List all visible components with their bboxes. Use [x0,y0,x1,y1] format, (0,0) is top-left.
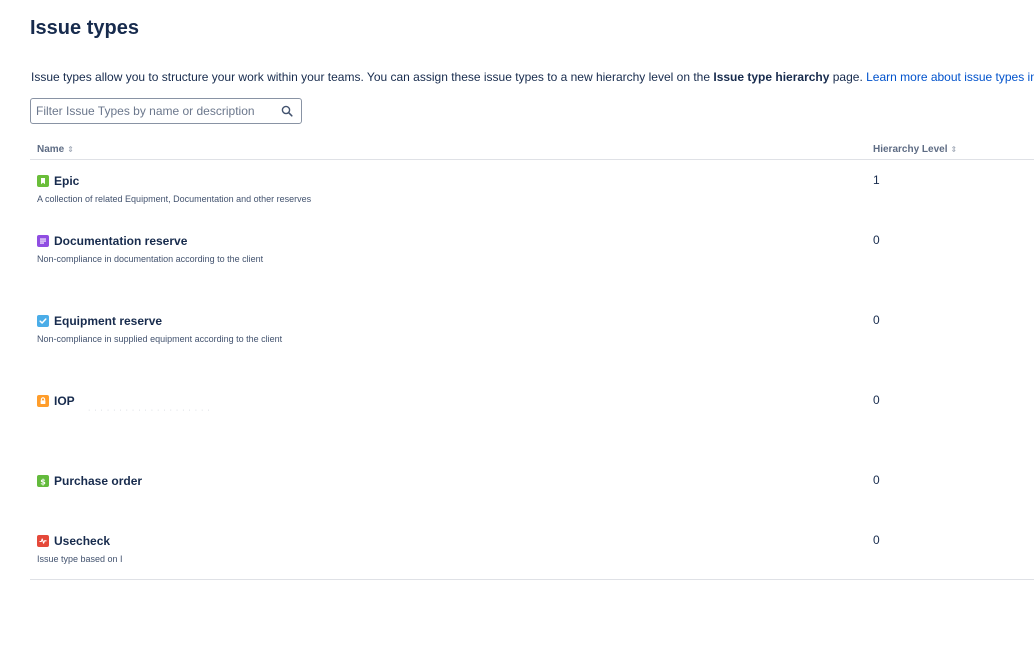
hierarchy-level-value: 0 [873,473,880,487]
intro-text-after: page. [829,70,867,84]
table-row: Documentation reserve Non-compliance in … [30,233,1034,315]
column-header-name[interactable]: Name ⇕ [37,144,74,156]
issue-type-description: Non-compliance in documentation accordin… [37,254,264,264]
issue-type-name[interactable]: Documentation reserve [54,233,187,249]
hierarchy-level-value: 0 [873,313,880,327]
column-header-hierarchy[interactable]: Hierarchy Level ⇕ [873,144,957,156]
issue-type-description: Non-compliance in supplied equipment acc… [37,334,283,344]
issue-type-name[interactable]: Usecheck [54,533,110,549]
sort-icon[interactable]: ⇕ [951,144,958,156]
page-title: Issue types [30,17,139,39]
issue-type-name[interactable]: Equipment reserve [54,313,162,329]
hierarchy-level-value: 0 [873,233,880,247]
intro-text: Issue types allow you to structure your … [31,70,714,84]
page-intro: Issue types allow you to structure your … [31,68,1034,86]
lock-icon [37,395,49,407]
dollar-icon: $ [37,475,49,487]
issue-type-description: A collection of related Equipment, Docum… [37,194,312,204]
issue-type-name[interactable]: Epic [54,173,79,189]
issue-type-description: Issue type based on I [37,554,123,564]
issue-type-name[interactable]: IOP [54,393,75,409]
redacted-description: · · · · · · · · · · · · · · · · · · · · [88,407,211,414]
table-header-divider [30,159,1034,160]
filter-search-box[interactable] [30,98,302,124]
svg-text:$: $ [40,477,46,486]
epic-icon [37,175,49,187]
table-row: Equipment reserve Non-compliance in supp… [30,313,1034,395]
filter-search-input[interactable] [36,102,276,120]
column-header-hierarchy-label: Hierarchy Level [873,144,948,155]
table-row: Usecheck Issue type based on I 0 [30,533,1034,615]
search-icon[interactable] [281,105,293,117]
hierarchy-level-value: 0 [873,393,880,407]
issue-type-name[interactable]: Purchase order [54,473,142,489]
hierarchy-level-value: 0 [873,533,880,547]
table-bottom-divider [30,579,1034,580]
column-header-name-label: Name [37,144,65,155]
learn-more-link[interactable]: Learn more about issue types in Jira. [866,70,1034,84]
issue-types-page: Issue types Issue types allow you to str… [0,0,1034,662]
pulse-icon [37,535,49,547]
hierarchy-level-value: 1 [873,173,880,187]
sort-icon[interactable]: ⇕ [67,144,74,156]
document-icon [37,235,49,247]
table-row: IOP · · · · · · · · · · · · · · · · · · … [30,393,1034,475]
checkbox-icon [37,315,49,327]
intro-bold-text: Issue type hierarchy [713,70,830,84]
